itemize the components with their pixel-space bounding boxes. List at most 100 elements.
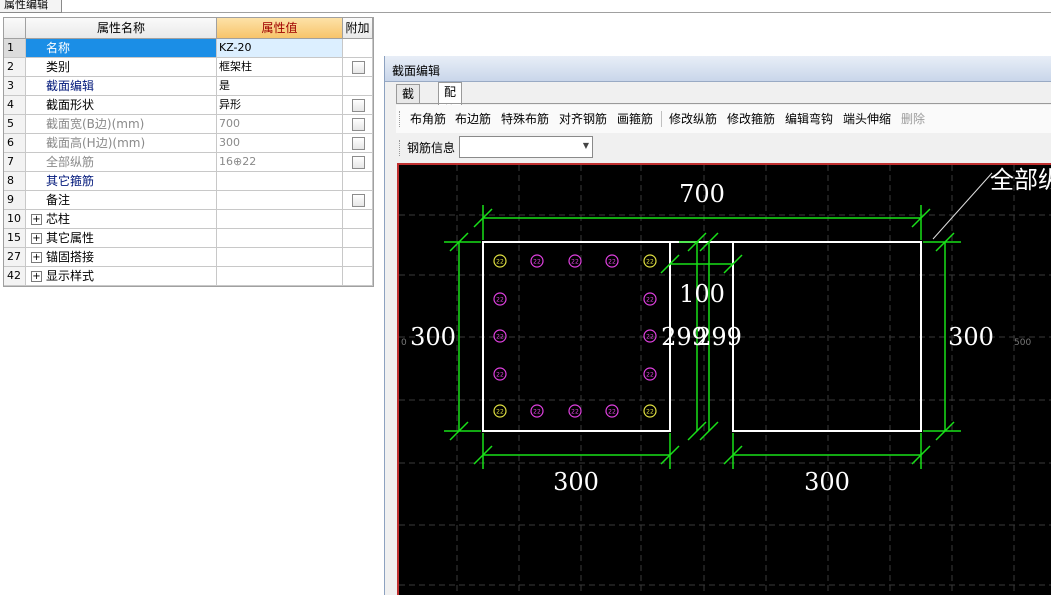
property-name-text: 截面编辑	[46, 79, 95, 93]
toolbar-separator	[661, 111, 662, 127]
rebar-info-bar: 钢筋信息 ▼	[396, 135, 1051, 161]
header-extra[interactable]: 附加	[343, 18, 373, 39]
property-row[interactable]: 15 + 其它属性	[4, 229, 373, 248]
rebar-points: 22 22 22 22 22 22 22 22 22 22 22 22 22 22 22 22	[493, 254, 657, 418]
row-number: 8	[4, 172, 26, 191]
property-name-text: 全部纵筋	[46, 155, 95, 169]
expand-plus-icon[interactable]: +	[31, 233, 42, 244]
property-row[interactable]: 27 + 锚固搭接	[4, 248, 373, 267]
header-value[interactable]: 属性值	[217, 18, 343, 39]
property-value[interactable]: 700	[217, 115, 343, 134]
property-row[interactable]: 3 截面编辑 是	[4, 77, 373, 96]
property-row[interactable]: 2 类别 框架柱	[4, 58, 373, 77]
row-number: 1	[4, 39, 26, 58]
row-number: 9	[4, 191, 26, 210]
edit-long-bar-button[interactable]: 修改纵筋	[669, 111, 717, 127]
property-row[interactable]: 7 全部纵筋 16⊕22	[4, 153, 373, 172]
rebar-label: 22	[646, 259, 654, 266]
special-bar-button[interactable]: 特殊布筋	[501, 111, 549, 127]
property-name-text: 备注	[46, 193, 71, 207]
tab-section[interactable]: 截面	[396, 84, 421, 120]
property-row[interactable]: 10 + 芯柱	[4, 210, 373, 229]
property-extra	[343, 134, 373, 153]
property-value[interactable]: 300	[217, 134, 343, 153]
property-value[interactable]: 是	[217, 77, 343, 96]
chevron-down-icon: ▼	[582, 141, 589, 150]
dim-left-height: 300	[410, 323, 456, 351]
tab-rebar[interactable]: 配筋	[438, 82, 463, 118]
property-name[interactable]: + 锚固搭接	[26, 248, 217, 267]
property-name[interactable]: 截面高(H边)(mm)	[26, 134, 217, 153]
property-value[interactable]	[217, 248, 343, 267]
align-bar-button[interactable]: 对齐钢筋	[559, 111, 607, 127]
property-value[interactable]	[217, 191, 343, 210]
rebar-label: 22	[646, 409, 654, 416]
property-extra	[343, 58, 373, 77]
property-name[interactable]: 类别	[26, 58, 217, 77]
row-number: 5	[4, 115, 26, 134]
rebar-label: 22	[571, 409, 579, 416]
dim-bottom-right: 300	[804, 468, 850, 496]
draw-stirrup-button[interactable]: 画箍筋	[617, 111, 653, 127]
property-row[interactable]: 1 名称 KZ-20	[4, 39, 373, 58]
property-value[interactable]	[217, 229, 343, 248]
property-value[interactable]: 框架柱	[217, 58, 343, 77]
property-name-text: 截面高(H边)(mm)	[46, 136, 146, 150]
drawing-canvas[interactable]: 22 22 22 22 22 22 22 22 22 22 22 22 22 22 22 22 700 100…	[397, 163, 1051, 595]
ruler-left: 0	[401, 338, 407, 348]
extra-checkbox[interactable]	[352, 194, 365, 207]
rebar-label: 22	[496, 372, 504, 379]
property-value[interactable]: 16⊕22	[217, 153, 343, 172]
extra-checkbox[interactable]	[352, 118, 365, 131]
header-name[interactable]: 属性名称	[26, 18, 217, 39]
property-name[interactable]: 其它箍筋	[26, 172, 217, 191]
extra-checkbox[interactable]	[352, 99, 365, 112]
expand-plus-icon[interactable]: +	[31, 214, 42, 225]
property-row[interactable]: 5 截面宽(B边)(mm) 700	[4, 115, 373, 134]
property-value[interactable]	[217, 172, 343, 191]
property-name[interactable]: 全部纵筋	[26, 153, 217, 172]
edit-stirrup-button[interactable]: 修改箍筋	[727, 111, 775, 127]
property-name[interactable]: + 显示样式	[26, 267, 217, 286]
header-number	[4, 18, 26, 39]
row-number: 4	[4, 96, 26, 115]
tab-strip-line	[62, 12, 1051, 13]
property-name-text: 芯柱	[46, 212, 71, 226]
property-value[interactable]	[217, 267, 343, 286]
end-stretch-button[interactable]: 端头伸缩	[843, 111, 891, 127]
info-bar-grip[interactable]	[399, 140, 401, 156]
expand-plus-icon[interactable]: +	[31, 271, 42, 282]
property-name[interactable]: 截面编辑	[26, 77, 217, 96]
expand-plus-icon[interactable]: +	[31, 252, 42, 263]
row-number: 15	[4, 229, 26, 248]
rebar-label: 22	[608, 259, 616, 266]
property-row[interactable]: 42 + 显示样式	[4, 267, 373, 286]
property-name[interactable]: 截面形状	[26, 96, 217, 115]
property-name[interactable]: + 其它属性	[26, 229, 217, 248]
dim-notch-height: 100	[679, 280, 725, 308]
corner-bar-button[interactable]: 布角筋	[410, 111, 446, 127]
property-value[interactable]: 异形	[217, 96, 343, 115]
section-editor-window: 截面编辑 截面 配筋 布角筋 布边筋 特殊布筋 对齐钢筋 画箍筋 修改纵筋 修改…	[384, 56, 1051, 595]
extra-checkbox[interactable]	[352, 156, 365, 169]
delete-button[interactable]: 删除	[901, 111, 925, 127]
property-name[interactable]: 名称	[26, 39, 217, 58]
extra-checkbox[interactable]	[352, 61, 365, 74]
property-row[interactable]: 4 截面形状 异形	[4, 96, 373, 115]
property-name[interactable]: + 芯柱	[26, 210, 217, 229]
rebar-label: 22	[533, 259, 541, 266]
toolbar-grip[interactable]	[399, 111, 401, 127]
property-extra	[343, 39, 373, 58]
property-row[interactable]: 8 其它箍筋	[4, 172, 373, 191]
property-row[interactable]: 6 截面高(H边)(mm) 300	[4, 134, 373, 153]
property-name[interactable]: 备注	[26, 191, 217, 210]
rebar-info-select[interactable]: ▼	[459, 136, 593, 158]
property-editor-tab[interactable]: 属性编辑	[0, 0, 62, 13]
property-value[interactable]	[217, 210, 343, 229]
property-row[interactable]: 9 备注	[4, 191, 373, 210]
property-name[interactable]: 截面宽(B边)(mm)	[26, 115, 217, 134]
extra-checkbox[interactable]	[352, 137, 365, 150]
property-value[interactable]: KZ-20	[217, 39, 343, 58]
edit-hook-button[interactable]: 编辑弯钩	[785, 111, 833, 127]
side-bar-button[interactable]: 布边筋	[455, 111, 491, 127]
